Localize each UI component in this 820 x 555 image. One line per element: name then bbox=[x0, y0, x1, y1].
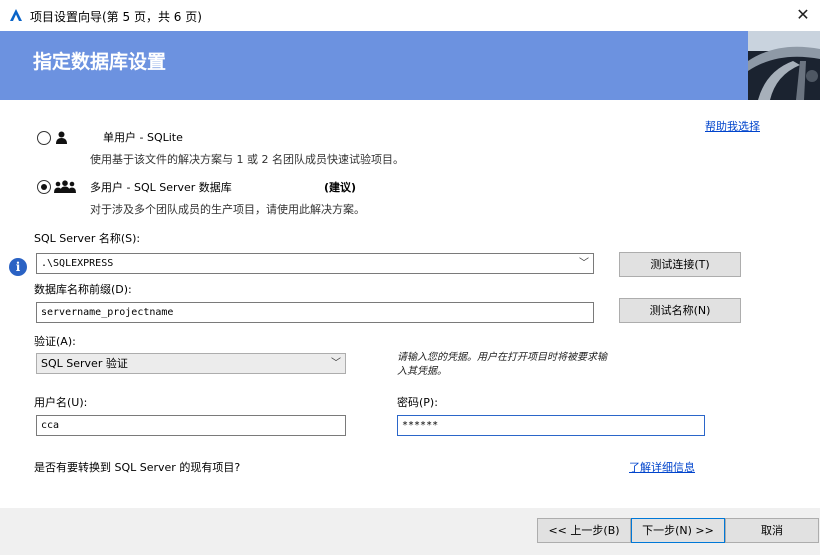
page-title: 指定数据库设置 bbox=[33, 51, 167, 73]
credentials-note: 请输入您的凭据。用户在打开项目时将被要求输入其凭据。 bbox=[397, 352, 607, 377]
username-input[interactable]: cca bbox=[36, 415, 346, 436]
back-button[interactable]: << 上一步(B) bbox=[537, 518, 631, 543]
info-icon: i bbox=[9, 258, 27, 276]
cancel-button[interactable]: 取消 bbox=[725, 518, 819, 543]
recommended-tag: (建议) bbox=[324, 181, 357, 194]
close-button[interactable]: ✕ bbox=[790, 3, 816, 27]
single-user-label: 单用户 - SQLite bbox=[103, 131, 183, 144]
learn-more-link[interactable]: 了解详细信息 bbox=[629, 459, 695, 475]
db-prefix-input[interactable]: servername_projectname bbox=[36, 302, 594, 323]
single-user-description: 使用基于该文件的解决方案与 1 或 2 名团队成员快速试验项目。 bbox=[90, 153, 404, 166]
test-name-button[interactable]: 测试名称(N) bbox=[619, 298, 741, 323]
single-user-radio[interactable] bbox=[37, 131, 51, 145]
multi-user-description: 对于涉及多个团队成员的生产项目，请使用此解决方案。 bbox=[90, 203, 365, 216]
server-name-combo[interactable]: .\SQLEXPRESS ﹀ bbox=[36, 253, 594, 274]
auth-select[interactable]: SQL Server 验证 ﹀ bbox=[36, 353, 346, 374]
server-name-label: SQL Server 名称(S): bbox=[34, 232, 141, 245]
single-user-icon bbox=[56, 131, 67, 144]
multi-user-icon bbox=[54, 180, 76, 193]
banner-image bbox=[748, 31, 820, 100]
auth-value: SQL Server 验证 bbox=[41, 357, 128, 370]
multi-user-radio[interactable] bbox=[37, 180, 51, 194]
password-label: 密码(P): bbox=[397, 396, 438, 409]
password-input[interactable]: ****** bbox=[397, 415, 705, 436]
username-label: 用户名(U): bbox=[34, 396, 88, 409]
chevron-down-icon: ﹀ bbox=[579, 258, 589, 269]
autodesk-logo-icon bbox=[10, 9, 22, 21]
auth-label: 验证(A): bbox=[34, 335, 76, 348]
test-connection-button[interactable]: 测试连接(T) bbox=[619, 252, 741, 277]
chevron-down-icon: ﹀ bbox=[331, 358, 341, 369]
window-title: 项目设置向导(第 5 页，共 6 页) bbox=[30, 10, 202, 24]
db-prefix-label: 数据库名称前缀(D): bbox=[34, 283, 132, 296]
multi-user-label: 多用户 - SQL Server 数据库 bbox=[90, 181, 232, 194]
convert-question: 是否有要转换到 SQL Server 的现有项目? bbox=[34, 461, 241, 474]
next-button[interactable]: 下一步(N) >> bbox=[631, 518, 725, 543]
server-name-value: .\SQLEXPRESS bbox=[41, 258, 114, 269]
help-me-choose-link[interactable]: 帮助我选择 bbox=[705, 118, 760, 134]
